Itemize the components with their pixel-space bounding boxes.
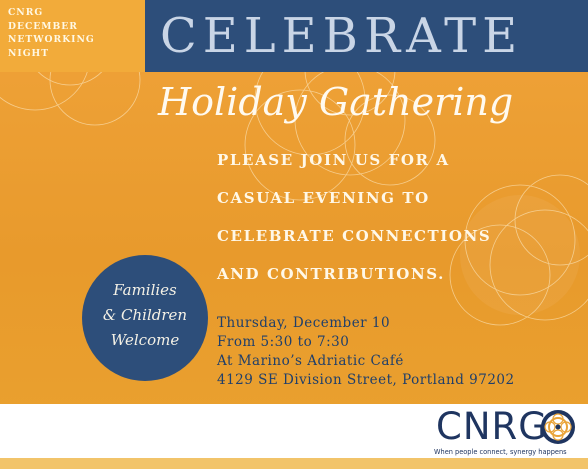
invitation-line: CELEBRATE CONNECTIONS: [217, 227, 492, 245]
event-address: 4129 SE Division Street, Portland 97202: [217, 372, 515, 388]
invitation-line: AND CONTRIBUTIONS.: [217, 265, 445, 283]
invitation-text: PLEASE JOIN US FOR A CASUAL EVENING TO C…: [217, 146, 577, 298]
cnrg-wordmark: CNRG: [436, 405, 548, 448]
event-venue: At Marino’s Adriatic Café: [217, 353, 404, 369]
eyebrow-line: NIGHT: [8, 47, 50, 59]
event-eyebrow: CNRG DECEMBER NETWORKING NIGHT: [8, 6, 140, 60]
eyebrow-line: CNRG: [8, 7, 44, 18]
eyebrow-line: NETWORKING: [8, 34, 95, 45]
eyebrow-line: DECEMBER: [8, 20, 78, 32]
event-date: Thursday, December 10: [217, 315, 391, 331]
event-subtitle: Holiday Gathering: [158, 80, 514, 124]
families-welcome-badge: Families & Children Welcome: [82, 255, 208, 381]
badge-line: & Children: [102, 306, 188, 324]
footer-stripe: [0, 458, 588, 469]
invitation-line: PLEASE JOIN US FOR A: [217, 151, 450, 169]
event-time: From 5:30 to 7:30: [217, 334, 350, 350]
page-title: CELEBRATE: [160, 8, 524, 64]
eyebrow-panel: CNRG DECEMBER NETWORKING NIGHT: [0, 0, 145, 72]
logo-tagline: When people connect, synergy happens: [434, 448, 567, 456]
badge-line: Families: [113, 281, 177, 299]
badge-line: Welcome: [110, 331, 180, 349]
invitation-line: CASUAL EVENING TO: [217, 189, 430, 207]
event-details: Thursday, December 10 From 5:30 to 7:30 …: [217, 314, 577, 390]
logo-emblem-icon: [541, 410, 575, 444]
invitation-card: CNRG DECEMBER NETWORKING NIGHT CELEBRATE…: [0, 0, 588, 469]
